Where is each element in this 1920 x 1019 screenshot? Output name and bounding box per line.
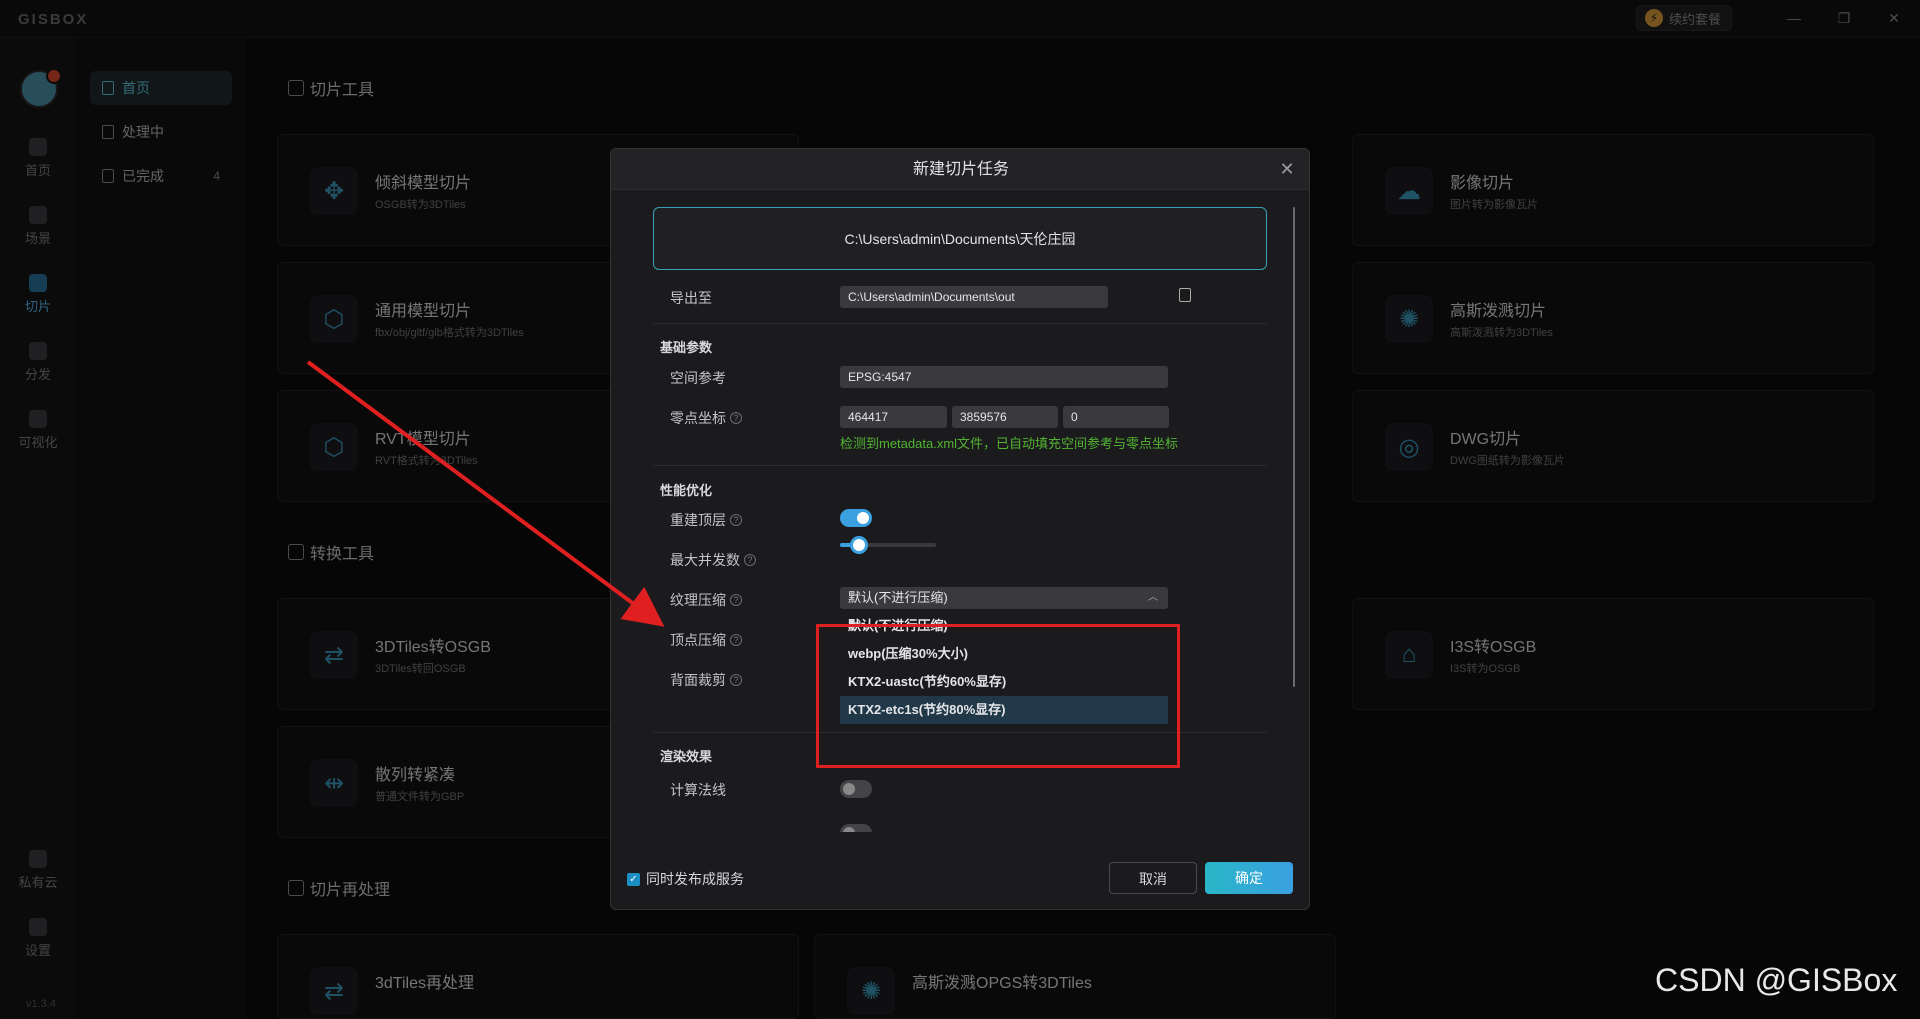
next-toggle[interactable] — [840, 824, 872, 832]
vertex-label: 顶点压缩? — [670, 630, 742, 650]
help-icon[interactable]: ? — [744, 554, 756, 566]
highlight-box — [816, 624, 1180, 768]
dialog-title: 新建切片任务 — [611, 149, 1309, 190]
crs-input[interactable]: EPSG:4547 — [840, 366, 1168, 388]
render-group-title: 渲染效果 — [660, 749, 713, 764]
toggle-knob — [843, 783, 855, 795]
normals-label: 计算法线 — [670, 780, 726, 800]
watermark: CSDN @GISBox — [1655, 962, 1898, 998]
normals-toggle[interactable] — [840, 780, 872, 798]
export-label-text: 导出至 — [670, 290, 712, 306]
origin-y-input[interactable]: 3859576 — [952, 406, 1058, 428]
source-path-box[interactable]: C:\Users\admin\Documents\天伦庄园 — [653, 207, 1267, 270]
normals-label-text: 计算法线 — [670, 782, 726, 798]
crs-label: 空间参考 — [670, 368, 726, 388]
texture-label: 纹理压缩? — [670, 590, 742, 610]
new-slice-task-dialog: 新建切片任务 ✕ C:\Users\admin\Documents\天伦庄园 导… — [610, 148, 1310, 910]
dialog-close-icon[interactable]: ✕ — [1277, 149, 1297, 190]
metadata-hint: 检测到metadata.xml文件，已自动填充空间参考与零点坐标 — [840, 436, 1179, 451]
publish-label: 同时发布成服务 — [646, 871, 744, 887]
dialog-scrollbar[interactable] — [1293, 207, 1295, 687]
export-label: 导出至 — [670, 288, 712, 308]
chevron-up-icon: ︿ — [1148, 592, 1158, 603]
help-icon[interactable]: ? — [730, 514, 742, 526]
backface-label-text: 背面裁剪 — [670, 672, 726, 688]
concurrency-slider[interactable] — [840, 536, 936, 554]
cancel-button[interactable]: 取消 — [1109, 862, 1197, 894]
texture-select-value: 默认(不进行压缩) — [848, 590, 948, 605]
checkbox-checked-icon[interactable]: ✓ — [627, 872, 640, 886]
rebuild-label-text: 重建顶层 — [670, 512, 726, 528]
export-path-input[interactable]: C:\Users\admin\Documents\out — [840, 286, 1108, 308]
origin-x-input[interactable]: 464417 — [840, 406, 947, 428]
basic-group-title: 基础参数 — [660, 340, 713, 355]
help-icon[interactable]: ? — [730, 634, 742, 646]
vertex-label-text: 顶点压缩 — [670, 632, 726, 648]
crs-label-text: 空间参考 — [670, 370, 726, 386]
toggle-knob — [857, 512, 869, 524]
concurrency-label-text: 最大并发数 — [670, 552, 740, 568]
help-icon[interactable]: ? — [730, 594, 742, 606]
folder-icon[interactable] — [1179, 288, 1191, 302]
divider — [653, 465, 1267, 466]
concurrency-label: 最大并发数? — [670, 550, 756, 570]
help-icon[interactable]: ? — [730, 674, 742, 686]
perf-group-title: 性能优化 — [660, 483, 713, 498]
slider-thumb[interactable] — [850, 536, 868, 554]
origin-label: 零点坐标? — [670, 408, 742, 428]
backface-label: 背面裁剪? — [670, 670, 742, 690]
rebuild-label: 重建顶层? — [670, 510, 742, 530]
toggle-knob — [843, 827, 855, 832]
texture-select[interactable]: 默认(不进行压缩) ︿ — [840, 587, 1168, 609]
confirm-button[interactable]: 确定 — [1205, 862, 1293, 894]
rebuild-toggle[interactable] — [840, 509, 872, 527]
help-icon[interactable]: ? — [730, 412, 742, 424]
texture-label-text: 纹理压缩 — [670, 592, 726, 608]
origin-label-text: 零点坐标 — [670, 410, 726, 426]
origin-z-input[interactable]: 0 — [1063, 406, 1169, 428]
publish-checkbox-row[interactable]: ✓ 同时发布成服务 — [627, 869, 744, 889]
divider — [653, 323, 1267, 324]
